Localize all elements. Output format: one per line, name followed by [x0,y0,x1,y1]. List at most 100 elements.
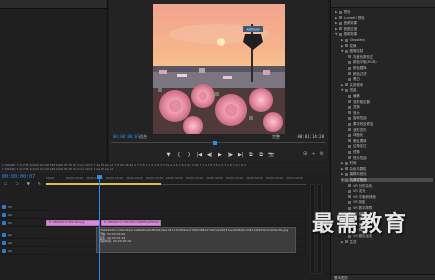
go-to-in-icon[interactable]: |◀ [196,152,203,158]
go-to-out-icon[interactable]: ▶| [237,152,244,158]
effect-item[interactable]: 黑白 [347,77,433,81]
track-lane-v2[interactable] [46,211,306,219]
work-area-bar[interactable] [46,183,161,185]
chevron-down-icon[interactable]: ▼ [335,32,338,36]
mark-in-icon[interactable]: { [175,152,182,158]
track-header-v2[interactable]: V2 [0,211,46,219]
extract-icon[interactable]: ⧉ [258,152,265,158]
chevron-right-icon[interactable]: ▶ [335,27,338,31]
effect-label: 偏移 [353,94,360,98]
chevron-right-icon[interactable]: ▶ [341,44,344,48]
playback-quality-select[interactable]: 完整 [272,134,280,140]
track-toggle[interactable] [2,221,6,225]
effect-item[interactable]: 放大 [347,111,433,115]
video-clip[interactable]: fx 1f4bb907dc7d52c6d4.jpg [46,220,100,226]
effect-item[interactable]: 镜像 [347,150,433,154]
chevron-down-icon[interactable]: ▼ [341,178,344,182]
effects-folder[interactable]: ▶ 音频效果 [335,21,433,25]
chevron-right-icon[interactable]: ▶ [335,16,338,20]
settings-icon[interactable]: ⚙ [320,151,324,157]
track-header-a3[interactable]: A3 [0,247,46,255]
timeline-playhead[interactable] [97,175,102,280]
track-toggle[interactable] [2,233,6,237]
effects-folder[interactable]: ▶ 实用程序 [341,83,433,87]
effects-search-bar[interactable] [331,0,435,8]
effects-folder[interactable]: ▼ 扭曲 [341,88,433,92]
linked-selection-icon[interactable]: ⊃ [15,181,18,186]
step-back-icon[interactable]: ◀| [206,152,213,158]
effects-folder[interactable]: ▶ Lumetri 预设 [335,16,433,20]
effects-folder[interactable]: ▶ 模糊与锐化 [341,172,433,176]
track-header-a2[interactable]: A2 [0,239,46,247]
track-toggle[interactable] [2,213,6,217]
effect-item[interactable]: 边角定位 [347,144,433,148]
essential-graphics-tab[interactable]: 基本图形 [331,274,435,280]
track-header-v3[interactable]: V3 [0,203,46,211]
wrench-icon[interactable]: ✎ [38,181,41,186]
chevron-right-icon[interactable]: ▶ [335,21,338,25]
chevron-down-icon[interactable]: ▼ [341,88,344,92]
snap-icon[interactable]: ⊂ [4,181,7,186]
chevron-right-icon[interactable]: ▶ [341,83,344,87]
zoom-fit-select[interactable]: 适合 [139,134,147,140]
play-icon[interactable]: ▶ [216,152,223,158]
effects-folder[interactable]: ▶ 杂色与颗粒 [341,167,433,171]
video-clip[interactable]: fx 1f4bb907dc7d52c6d4c7e8b8f2a05f8d94c6e… [101,220,161,226]
effect-item[interactable]: 变换 [347,105,433,109]
track-lane-v1[interactable]: fx 1f4bb907dc7d52c6d4.jpg fx 1f4bb907dc7… [46,219,306,227]
effects-folder[interactable]: ▶ 音频过渡 [335,27,433,31]
effect-item[interactable]: 波形变形 [347,128,433,132]
effects-folder[interactable]: ▶ 变换 [341,44,433,48]
effect-item[interactable]: 旋转扭曲 [347,116,433,120]
compare-view-icon[interactable]: ⊞ [303,151,307,157]
track-lane-v3[interactable] [46,203,306,211]
effect-item[interactable]: 灰度系数校正 [347,55,433,59]
add-marker-icon[interactable]: ▼ [27,181,30,186]
track-toggle[interactable] [2,241,6,245]
effect-item[interactable]: 颜色过滤 [347,72,433,76]
add-marker-icon[interactable]: ▼ [165,152,172,158]
effect-item[interactable]: 颜色平衡(RGB) [347,60,433,64]
effect-item[interactable]: 偏移 [347,94,433,98]
track-header-a1[interactable]: A1 [0,231,46,239]
effects-folder[interactable]: ▼ 图像控制 [341,49,433,53]
effects-folder[interactable]: ▼ 视频效果 [335,32,433,36]
lift-icon[interactable]: ⧉ [247,152,254,158]
source-tabbar[interactable] [0,0,107,9]
effect-item[interactable]: VR 投影 [347,200,433,204]
step-forward-icon[interactable]: |▶ [227,152,234,158]
effect-item[interactable]: 果冻效应修复 [347,122,433,126]
chevron-right-icon[interactable]: ▶ [341,240,344,244]
effects-folder[interactable]: ▶ Obsolete [341,38,433,42]
monitor-playhead[interactable] [213,141,217,145]
track-toggle[interactable] [2,205,6,209]
effect-item[interactable]: 颜色替换 [347,66,433,70]
effect-item[interactable]: 紊乱置换 [347,139,433,143]
chevron-right-icon[interactable]: ▶ [341,172,344,176]
effects-folder[interactable]: ▶ 生成 [341,240,433,244]
monitor-time-ruler[interactable] [111,141,326,147]
playhead-timecode[interactable]: 00:00:00:07 [113,134,140,139]
effects-folder[interactable]: ▶ 预设 [335,10,433,14]
chevron-right-icon[interactable]: ▶ [335,10,338,14]
chevron-right-icon[interactable]: ▶ [341,161,344,165]
effect-item[interactable]: VR 平面到球面 [347,195,433,199]
button-editor-icon[interactable]: + [311,151,315,157]
effect-item[interactable]: 球面化 [347,133,433,137]
track-header-v1[interactable]: V1 [0,219,46,227]
effect-label: 球面化 [353,133,364,138]
export-frame-icon[interactable]: 📷 [268,152,275,158]
effect-item[interactable]: VR 分形杂色 [347,184,433,188]
chevron-right-icon[interactable]: ▶ [341,167,344,171]
chevron-down-icon[interactable]: ▼ [341,49,344,53]
track-toggle[interactable] [2,249,6,253]
effects-folder[interactable]: ▶ 时间 [341,161,433,165]
chevron-right-icon[interactable]: ▶ [341,38,344,42]
effect-item[interactable]: VR 发光 [347,189,433,193]
effect-item[interactable]: 镜头扭曲 [347,156,433,160]
timeline-timecode[interactable]: 00:00:00:07 [2,174,35,180]
effect-item[interactable]: 变形稳定器 [347,100,433,104]
mark-out-icon[interactable]: } [186,152,193,158]
effects-folder[interactable]: ▼ 沉浸式视频 [341,178,433,182]
effect-icon [348,128,351,132]
